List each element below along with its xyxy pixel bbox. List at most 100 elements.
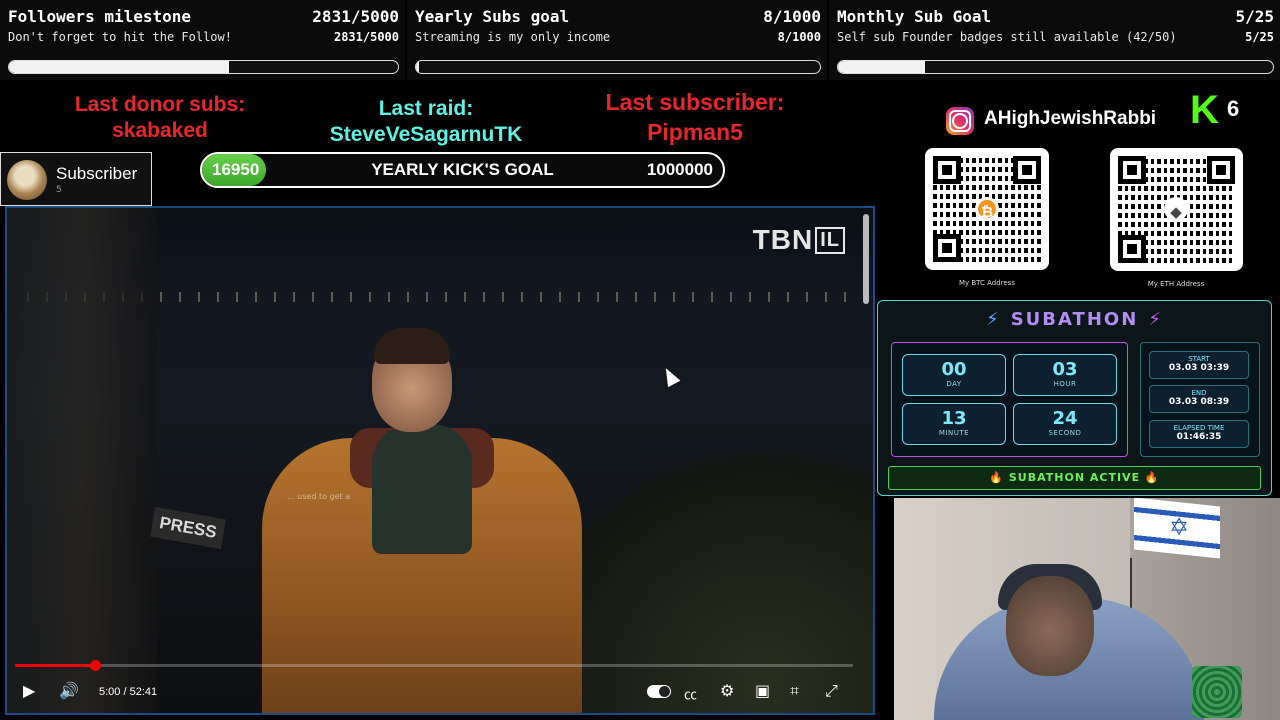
info-label: END: [1191, 389, 1207, 397]
subathon-elapsed: ELAPSED TIME 01:46:35: [1149, 420, 1249, 448]
goal-progress-fill: [416, 61, 420, 73]
timer-seconds: 24 SECOND: [1013, 403, 1117, 445]
instagram-handle: AHighJewishRabbi: [984, 108, 1157, 129]
video-progress-bar[interactable]: [15, 660, 853, 671]
goal-subtitle: Don't forget to hit the Follow!: [8, 30, 232, 44]
avatar: [7, 160, 47, 200]
subathon-timer: 00 DAY 03 HOUR 13 MINUTE 24 SECOND: [891, 342, 1128, 457]
last-raid: Last raid: SteveVeSagarnuTK: [296, 96, 556, 148]
timer-value: 13: [941, 408, 967, 429]
instagram-icon: [946, 107, 974, 135]
qr-finder: [933, 156, 961, 184]
subathon-title: SUBATHON: [1010, 309, 1139, 330]
subathon-end: END 03.03 08:39: [1149, 385, 1249, 413]
eth-qr-code: ◆: [1110, 148, 1243, 271]
goal-title: Yearly Subs goal: [415, 7, 570, 26]
tree-trunk: [7, 208, 157, 713]
subathon-panel: ⚡ SUBATHON ⚡ 00 DAY 03 HOUR 13 MINUTE 24 SECON…: [877, 300, 1272, 496]
info-value: 03.03 03:39: [1168, 363, 1230, 373]
fullscreen-icon[interactable]: ⤢: [825, 681, 838, 701]
kick-count: 6: [1227, 96, 1240, 121]
video-controls: ▶ 🔊 5:00 / 52:41 ㏄ ⚙ ▣ ⌗ ⤢: [7, 678, 873, 708]
channel-logo-text: TBN: [752, 224, 814, 255]
info-label: START: [1188, 355, 1210, 363]
subathon-start: START 03.03 03:39: [1149, 351, 1249, 379]
lightning-icon: ⚡: [1148, 309, 1163, 330]
goal-yearly-subs: Yearly Subs goal 8/1000 Streaming is my …: [407, 0, 827, 80]
timer-unit: DAY: [946, 380, 962, 388]
goal-count-secondary: 5/25: [1245, 30, 1274, 44]
cup: [1192, 666, 1242, 718]
goal-count: 8/1000: [763, 7, 821, 26]
caption-text: ... used to get a: [287, 492, 351, 501]
goal-title: Monthly Sub Goal: [837, 7, 992, 26]
volume-icon[interactable]: 🔊: [59, 681, 79, 700]
goal-count: 5/25: [1235, 7, 1274, 26]
goal-monthly-subs: Monthly Sub Goal 5/25 Self sub Founder b…: [829, 0, 1280, 80]
goal-progress-fill: [838, 61, 925, 73]
ethereum-icon: ◆: [1164, 197, 1188, 221]
subscriber-label: Subscriber: [56, 164, 138, 183]
qr-finder: [1207, 156, 1235, 184]
goal-count: 2831/5000: [312, 7, 399, 26]
last-raid-label: Last raid:: [378, 97, 474, 120]
kick-logo-icon: K: [1190, 88, 1219, 132]
kick-goal-target: 1000000: [646, 160, 713, 179]
goal-count-secondary: 2831/5000: [333, 30, 399, 44]
timer-days: 00 DAY: [902, 354, 1006, 396]
qr-finder: [1118, 235, 1146, 263]
goal-subtitle: Streaming is my only income: [415, 30, 611, 44]
goal-progress-bar: [837, 60, 1274, 74]
timer-unit: MINUTE: [938, 429, 970, 437]
scrollbar[interactable]: [863, 214, 869, 304]
btc-qr-code: ₿: [925, 148, 1049, 270]
hoodie: [372, 424, 472, 554]
eth-caption: My ETH Address: [1147, 280, 1205, 288]
autoplay-toggle[interactable]: [647, 685, 671, 698]
video-progress-played: [15, 664, 96, 667]
timer-hours: 03 HOUR: [1013, 354, 1117, 396]
cast-icon[interactable]: ⌗: [790, 681, 799, 701]
miniplayer-icon[interactable]: ▣: [755, 681, 770, 700]
qr-finder: [1013, 156, 1041, 184]
goal-progress-fill: [9, 61, 230, 73]
play-icon[interactable]: ▶: [23, 681, 35, 700]
press-sign: PRESS: [149, 506, 227, 550]
webcam-feed: ✡: [894, 498, 1280, 720]
gear-icon[interactable]: ⚙: [720, 681, 734, 700]
subathon-info: START 03.03 03:39 END 03.03 08:39 ELAPSED …: [1140, 342, 1260, 457]
last-subscriber: Last subscriber: Pipman5: [570, 87, 820, 147]
subscriber-count: 5: [56, 185, 62, 195]
channel-logo-suffix: IL: [815, 227, 845, 254]
last-subscriber-label: Last subscriber:: [605, 89, 785, 115]
info-label: ELAPSED TIME: [1173, 424, 1225, 432]
bitcoin-icon: ₿: [975, 197, 999, 221]
lightning-icon: ⚡: [986, 309, 1001, 330]
timer-value: 00: [941, 359, 967, 380]
goal-progress-bar: [415, 60, 821, 74]
last-subscriber-name: Pipman5: [647, 119, 743, 145]
qr-finder: [933, 234, 961, 262]
subtitles-icon[interactable]: ㏄: [684, 684, 697, 703]
goal-count-secondary: 8/1000: [777, 30, 821, 44]
reporter: [262, 328, 582, 713]
last-donor-label: Last donor subs:: [74, 93, 246, 116]
last-donor-subs: Last donor subs: skabaked: [40, 92, 280, 144]
video-player[interactable]: PRESS TBN IL ... used to get a ▶ 🔊 5:00 /…: [5, 206, 875, 715]
info-value: 03.03 08:39: [1168, 397, 1230, 407]
streamer-face: [1006, 576, 1094, 676]
timer-unit: SECOND: [1048, 429, 1082, 437]
goal-subtitle: Self sub Founder badges still available …: [837, 30, 1177, 44]
goal-title: Followers milestone: [8, 7, 192, 26]
hair: [374, 328, 450, 364]
goal-followers: Followers milestone 2831/5000 Don't forg…: [0, 0, 405, 80]
video-time: 5:00 / 52:41: [99, 686, 158, 698]
timer-value: 03: [1052, 359, 1078, 380]
qr-finder: [1118, 156, 1146, 184]
star-of-david-icon: ✡: [1169, 513, 1190, 541]
subathon-header: ⚡ SUBATHON ⚡: [878, 309, 1271, 330]
timer-unit: HOUR: [1053, 380, 1077, 388]
last-raid-name: SteveVeSagarnuTK: [329, 123, 523, 146]
goal-progress-bar: [8, 60, 399, 74]
subathon-status: 🔥 SUBATHON ACTIVE 🔥: [888, 466, 1261, 490]
